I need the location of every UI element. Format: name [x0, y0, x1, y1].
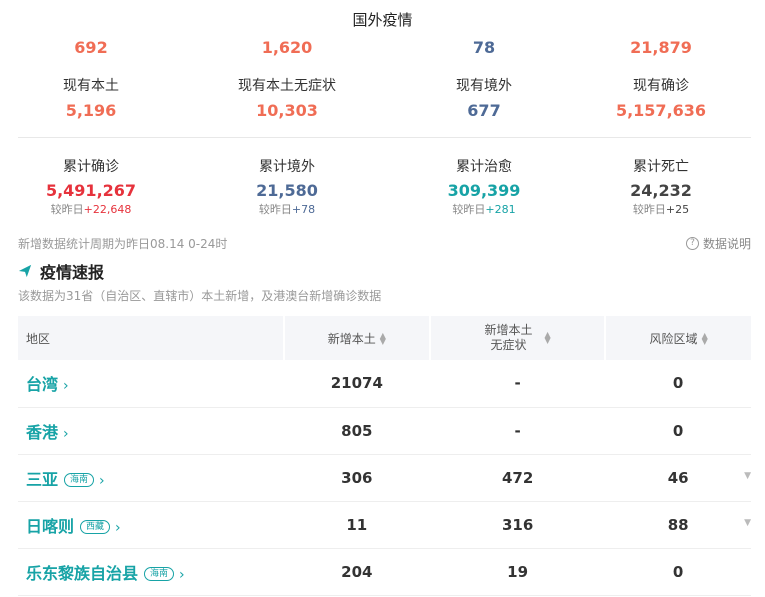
period-note: 新增数据统计周期为昨日08.14 0-24时 — [18, 237, 228, 251]
page-title: 国外疫情 — [352, 10, 413, 29]
stat-delta: 较昨日+78 — [258, 203, 316, 216]
stat-label: 现有境外 — [456, 78, 512, 94]
data-help-label: 数据说明 — [702, 237, 751, 251]
stat-current-asym: 现有本土无症状 10,303 — [187, 75, 387, 120]
stat-value: 10,303 — [256, 101, 318, 120]
stat-top-value: 692 — [74, 38, 108, 57]
sort-icon: ▲ ▼ — [701, 331, 708, 346]
section-title: 疫情速报 — [40, 263, 105, 282]
stat-top-value: 21,879 — [630, 38, 692, 57]
cell-risk: 46 ▼ — [667, 468, 751, 487]
cell-new-local: 306 — [341, 468, 373, 487]
stat-value: 309,399 — [447, 181, 521, 200]
table-row[interactable]: 日喀则 西藏 › 11 316 88 ▼ — [18, 501, 751, 548]
epidemic-table: 地区 新增本土 ▲ ▼ 新增本土 无症状▲ ▼ 风险区域 ▲ ▼ 台湾 › 21074 - 0… — [18, 316, 751, 596]
section-header: 疫情速报 — [18, 259, 104, 283]
paper-plane-icon — [18, 264, 32, 278]
stat-current-local: 现有本土 5,196 — [0, 75, 191, 120]
divider — [18, 137, 751, 138]
region-link[interactable]: 香港 — [26, 423, 58, 442]
stat-value: 5,491,267 — [45, 181, 137, 200]
cell-new-local: 204 — [341, 562, 373, 581]
stat-cumulative-cured: 累计治愈 309,399 较昨日+281 — [384, 156, 584, 217]
chevron-right-icon: › — [63, 425, 69, 442]
cell-new-asym: - — [514, 421, 521, 440]
cell-risk: 0 — [672, 374, 684, 393]
stat-value: 5,196 — [65, 101, 117, 120]
cell-risk: 0 — [672, 421, 684, 440]
sort-icon: ▲ ▼ — [544, 330, 551, 345]
col-new-asym[interactable]: 新增本土 无症状▲ ▼ — [429, 316, 607, 360]
stat-value: 21,580 — [256, 181, 318, 200]
stat-current-imported: 现有境外 677 — [384, 75, 584, 120]
cell-new-local: 21074 — [330, 374, 383, 393]
page-title-bar: 国外疫情 — [0, 0, 765, 38]
chevron-right-icon: › — [115, 519, 121, 536]
question-icon: ? — [685, 237, 699, 250]
expand-caret-icon[interactable]: ▼ — [744, 518, 751, 528]
cell-new-local: 805 — [341, 421, 373, 440]
col-risk[interactable]: 风险区域 ▲ ▼ — [605, 316, 751, 360]
table-header-row: 地区 新增本土 ▲ ▼ 新增本土 无症状▲ ▼ 风险区域 ▲ ▼ — [18, 316, 751, 360]
table-row[interactable]: 香港 › 805 - 0 — [18, 407, 751, 454]
region-link[interactable]: 三亚 — [26, 470, 58, 489]
stat-label: 累计确诊 — [63, 159, 119, 175]
stat-top-value: 78 — [472, 38, 496, 57]
stat-top-value: 1,620 — [261, 38, 313, 57]
col-region: 地区 — [18, 316, 285, 360]
stat-value: 5,157,636 — [615, 101, 707, 120]
cell-risk: 0 — [672, 562, 684, 581]
stat-label: 现有确诊 — [633, 78, 689, 94]
stat-delta: 较昨日+22,648 — [50, 203, 132, 216]
stat-label: 现有本土 — [63, 78, 119, 94]
cell-new-asym: 19 — [507, 562, 529, 581]
table-row[interactable]: 乐东黎族自治县 海南 › 204 19 0 — [18, 548, 751, 595]
cell-risk: 88 ▼ — [667, 515, 751, 534]
stat-value: 677 — [467, 101, 501, 120]
cell-new-local: 11 — [346, 515, 368, 534]
table-row[interactable]: 台湾 › 21074 - 0 — [18, 360, 751, 407]
stat-label: 累计死亡 — [633, 159, 689, 175]
cell-new-asym: - — [514, 374, 521, 393]
stat-delta: 较昨日+281 — [452, 203, 516, 216]
region-link[interactable]: 台湾 — [26, 375, 58, 394]
col-new-local[interactable]: 新增本土 ▲ ▼ — [283, 316, 431, 360]
province-tag: 海南 — [64, 473, 95, 487]
province-tag: 海南 — [144, 567, 175, 581]
stat-label: 累计境外 — [259, 159, 315, 175]
stat-cumulative-imported: 累计境外 21,580 较昨日+78 — [187, 156, 387, 217]
stat-value: 24,232 — [630, 181, 692, 200]
stat-cumulative-deaths: 累计死亡 24,232 较昨日+25 — [561, 156, 761, 217]
section-subtitle: 该数据为31省（自治区、直辖市）本土新增，及港澳台新增确诊数据 — [18, 289, 382, 303]
expand-caret-icon[interactable]: ▼ — [744, 471, 751, 481]
stat-cumulative-confirmed: 累计确诊 5,491,267 较昨日+22,648 — [0, 156, 191, 217]
table-row[interactable]: 三亚 海南 › 306 472 46 ▼ — [18, 454, 751, 501]
stat-label: 累计治愈 — [456, 159, 512, 175]
cell-new-asym: 316 — [501, 515, 534, 534]
sort-icon: ▲ ▼ — [379, 331, 386, 346]
stat-delta: 较昨日+25 — [632, 203, 690, 216]
data-help-link[interactable]: ? 数据说明 — [685, 235, 751, 252]
stat-label: 现有本土无症状 — [238, 78, 336, 94]
chevron-right-icon: › — [63, 378, 69, 395]
region-link[interactable]: 日喀则 — [26, 517, 74, 536]
chevron-right-icon: › — [99, 472, 105, 489]
chevron-right-icon: › — [179, 566, 185, 583]
region-link[interactable]: 乐东黎族自治县 — [26, 564, 138, 583]
stat-current-confirmed: 现有确诊 5,157,636 — [561, 75, 761, 120]
cell-new-asym: 472 — [501, 468, 534, 487]
province-tag: 西藏 — [80, 520, 111, 534]
